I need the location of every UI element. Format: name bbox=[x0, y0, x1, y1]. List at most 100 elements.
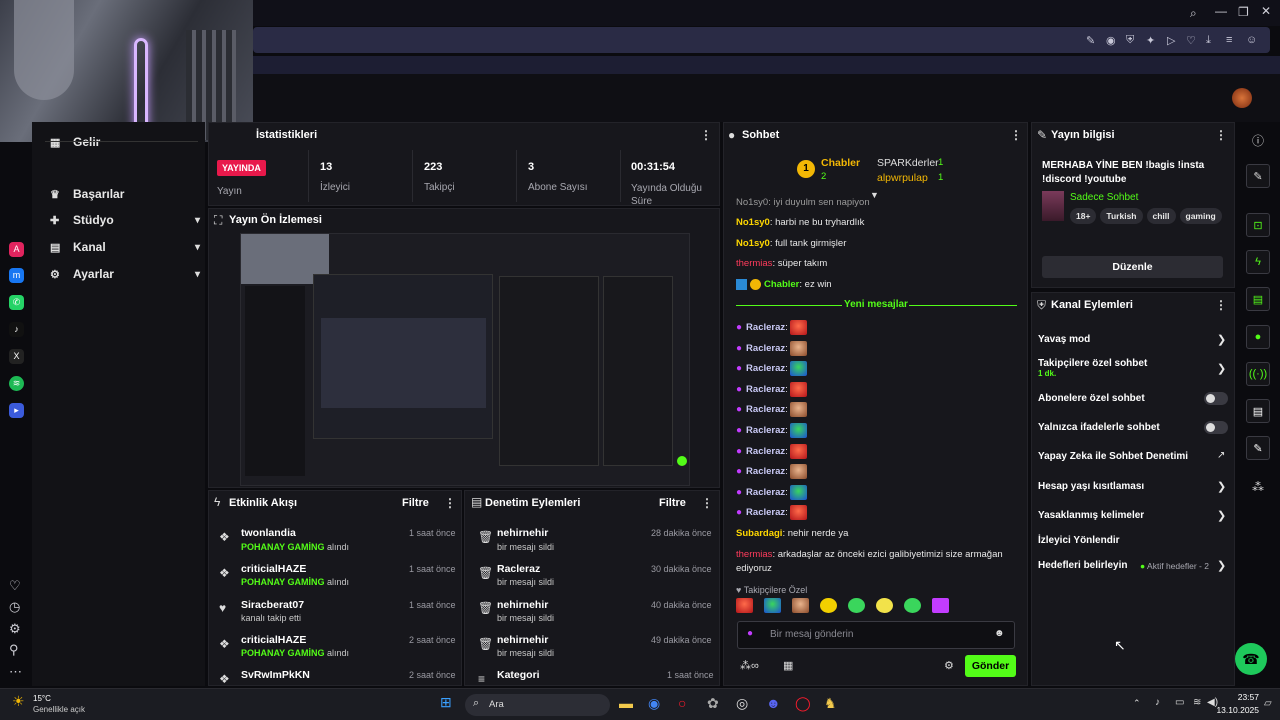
address-bar[interactable] bbox=[253, 27, 1270, 53]
send-button[interactable]: Gönder bbox=[965, 655, 1016, 677]
notification-icon[interactable]: ▱ bbox=[1264, 698, 1272, 709]
opera-icon[interactable]: ○ bbox=[678, 695, 686, 711]
moderator-name[interactable]: Kategori bbox=[497, 669, 540, 681]
moderator-name[interactable]: nehirnehir bbox=[497, 599, 548, 611]
spotify-icon[interactable]: ≋ bbox=[9, 376, 24, 391]
nav-item-kanal[interactable]: ▤ Kanal ▾ bbox=[50, 237, 200, 257]
more-icon[interactable]: ⋮ bbox=[1215, 298, 1227, 312]
chat-username[interactable]: Racleraz bbox=[746, 384, 785, 395]
more-icon[interactable]: ⋮ bbox=[444, 496, 456, 510]
redirect-item[interactable]: İzleyici Yönlendir bbox=[1038, 535, 1120, 546]
mic-icon[interactable]: ♪ bbox=[1155, 697, 1160, 708]
emote-icon[interactable] bbox=[764, 598, 781, 613]
player-icon[interactable]: ▸ bbox=[9, 403, 24, 418]
menu-icon[interactable]: ≡ bbox=[1226, 34, 1232, 46]
more-icon[interactable]: ⋯ bbox=[9, 664, 22, 680]
emote-icon[interactable] bbox=[876, 598, 893, 613]
emote-icon[interactable] bbox=[932, 598, 949, 613]
bulb-icon[interactable]: ⚲ bbox=[9, 642, 19, 658]
notes-icon[interactable]: ▤ bbox=[1246, 287, 1270, 311]
heart-icon[interactable]: ♡ bbox=[1186, 34, 1196, 47]
emotes-only-toggle[interactable] bbox=[1204, 421, 1228, 434]
close-icon[interactable]: ✕ bbox=[1261, 4, 1271, 18]
edit-icon[interactable]: ✎ bbox=[1086, 34, 1095, 47]
chat-username[interactable]: Racleraz bbox=[746, 507, 785, 518]
chat-icon[interactable]: ● bbox=[1246, 325, 1270, 349]
heart-icon[interactable]: ♡ bbox=[9, 578, 21, 594]
followers-only-item[interactable]: Takipçilere özel sohbet bbox=[1038, 358, 1147, 369]
filter-button[interactable]: Filtre bbox=[659, 497, 686, 509]
messenger-icon[interactable]: m bbox=[9, 268, 24, 283]
emote-icon[interactable] bbox=[820, 598, 837, 613]
steam-icon[interactable]: ◎ bbox=[736, 695, 748, 712]
top-gifter-name[interactable]: SPARKderler bbox=[877, 157, 939, 169]
chat-username[interactable]: Racleraz bbox=[746, 404, 785, 415]
emoji-icon[interactable]: ☻ bbox=[994, 628, 1005, 639]
app-icon[interactable]: ♞ bbox=[824, 695, 837, 712]
nav-item-gelir[interactable]: ▦ Gelir bbox=[50, 132, 200, 152]
weather-icon[interactable]: ☀ bbox=[12, 693, 25, 710]
store-icon[interactable]: ▦ bbox=[783, 659, 793, 672]
layout-icon[interactable]: ▤ bbox=[1246, 399, 1270, 423]
moderator-name[interactable]: nehirnehir bbox=[497, 634, 548, 646]
activity-user[interactable]: criticialHAZE bbox=[241, 563, 306, 575]
chat-username[interactable]: Racleraz bbox=[746, 425, 785, 436]
tiktok-icon[interactable]: ♪ bbox=[9, 322, 24, 337]
ai-moderation-item[interactable]: Yapay Zeka ile Sohbet Denetimi bbox=[1038, 451, 1188, 462]
emote-icon[interactable] bbox=[736, 598, 753, 613]
avatar[interactable] bbox=[1232, 88, 1252, 108]
nav-item-ayarlar[interactable]: ⚙ Ayarlar ▾ bbox=[50, 264, 200, 284]
broadcast-icon[interactable]: ((·)) bbox=[1246, 362, 1270, 386]
nav-item-basarilar[interactable]: ♛ Başarılar bbox=[50, 184, 200, 204]
nav-item-studyo[interactable]: ✚ Stüdyo ▾ bbox=[50, 210, 200, 230]
emote-icon[interactable] bbox=[792, 598, 809, 613]
more-icon[interactable]: ⋮ bbox=[700, 128, 712, 142]
activity-user[interactable]: Siracberat07 bbox=[241, 599, 304, 611]
download-icon[interactable]: ⤓ bbox=[1206, 34, 1211, 47]
chat-username[interactable]: Racleraz bbox=[746, 487, 785, 498]
moderator-name[interactable]: nehirnehir bbox=[497, 527, 548, 539]
info-icon[interactable]: ⓘ bbox=[1252, 132, 1264, 149]
opera-gx-icon[interactable]: ◯ bbox=[795, 695, 811, 712]
screen-icon[interactable]: ⊡ bbox=[1246, 213, 1270, 237]
filter-button[interactable]: Filtre bbox=[402, 497, 429, 509]
play-icon[interactable]: ▷ bbox=[1167, 34, 1175, 47]
edit-button[interactable]: Düzenle bbox=[1042, 256, 1223, 278]
restore-icon[interactable]: ❐ bbox=[1238, 5, 1249, 19]
camera-icon[interactable]: ◉ bbox=[1106, 34, 1116, 47]
bolt-icon[interactable]: ϟ bbox=[1246, 250, 1270, 274]
taskbar-search[interactable] bbox=[465, 694, 610, 716]
chat-username[interactable]: Racleraz bbox=[746, 466, 785, 477]
chat-username[interactable]: Racleraz bbox=[746, 343, 785, 354]
emote-icon[interactable] bbox=[848, 598, 865, 613]
wrench-icon[interactable]: ✎ bbox=[1246, 436, 1270, 460]
banned-words-item[interactable]: Yasaklanmış kelimeler bbox=[1038, 510, 1144, 521]
profile-icon[interactable]: ☺ bbox=[1246, 34, 1257, 46]
discord-icon[interactable]: ☻ bbox=[766, 695, 781, 711]
moderator-name[interactable]: Racleraz bbox=[497, 563, 540, 575]
more-icon[interactable]: ⋮ bbox=[1010, 128, 1022, 142]
app-icon[interactable]: A bbox=[9, 242, 24, 257]
folder-icon[interactable]: ▬ bbox=[619, 695, 633, 711]
slow-mode-item[interactable]: Yavaş mod bbox=[1038, 334, 1090, 345]
x-icon[interactable]: X bbox=[9, 349, 24, 364]
emote-icon[interactable] bbox=[904, 598, 921, 613]
edit-icon[interactable]: ✎ bbox=[1246, 164, 1270, 188]
chevron-up-icon[interactable]: ⌃ bbox=[1133, 698, 1141, 709]
category-name[interactable]: Sadece Sohbet bbox=[1070, 192, 1138, 203]
top-gifter-name[interactable]: Chabler bbox=[821, 157, 860, 169]
clock-icon[interactable]: ◷ bbox=[9, 599, 20, 615]
support-button[interactable]: ☎ bbox=[1235, 643, 1267, 675]
chat-username[interactable]: Racleraz bbox=[746, 363, 785, 374]
settings-icon[interactable]: ⁂∞ bbox=[740, 659, 759, 672]
apps-icon[interactable]: ⁂ bbox=[1252, 480, 1264, 494]
gear-icon[interactable]: ⚙ bbox=[944, 659, 954, 672]
more-icon[interactable]: ⋮ bbox=[1215, 128, 1227, 142]
activity-user[interactable]: criticialHAZE bbox=[241, 634, 306, 646]
more-icon[interactable]: ⋮ bbox=[701, 496, 713, 510]
shield-icon[interactable]: ⛨ bbox=[1126, 34, 1134, 47]
whatsapp-icon[interactable]: ✆ bbox=[9, 295, 24, 310]
collapse-icon[interactable]: ▼ bbox=[870, 190, 879, 200]
activity-user[interactable]: twonlandia bbox=[241, 527, 296, 539]
top-gifter-name[interactable]: alpwrpulap bbox=[877, 172, 928, 184]
